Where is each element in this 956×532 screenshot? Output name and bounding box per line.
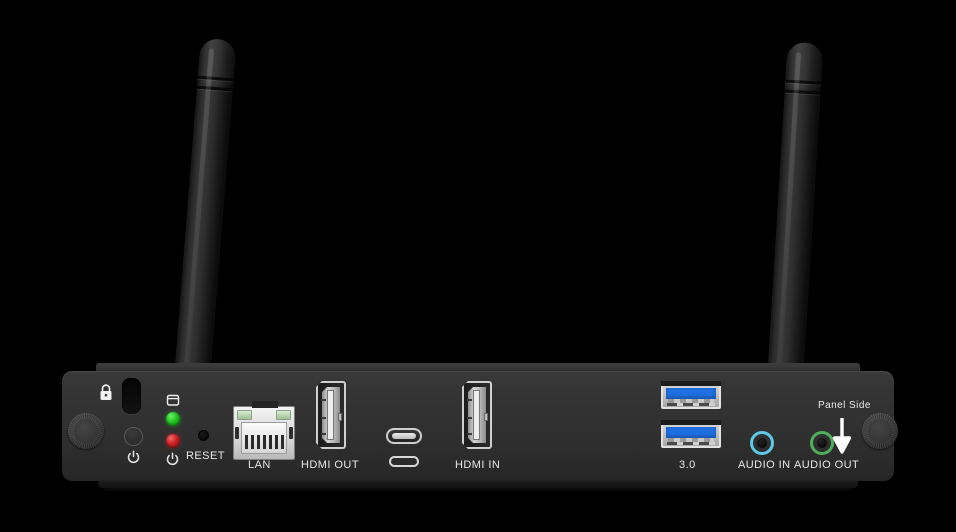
hdmi-in-tick-3 [467,433,472,435]
hdmi-out-tick-2 [321,417,326,419]
lan-label: LAN [248,459,271,471]
antenna-left-highlight [182,48,214,390]
power-symbol-icon-led [166,452,179,466]
usb3-top-base [667,403,715,406]
reset-pinhole[interactable] [198,430,209,441]
lan-led-left [237,410,252,420]
antenna-right-ring-lower [784,89,821,95]
usb3-bottom-blue-insert [666,427,716,438]
panel-side-label: Panel Side [818,400,871,411]
lan-tab [252,401,278,408]
hdmi-out-label: HDMI OUT [301,459,359,471]
hdmi-out-tick-3 [321,433,326,435]
usb-c-tongue [392,433,416,439]
down-arrow-icon [832,418,852,454]
thumbscrew-left[interactable] [68,413,104,449]
power-button[interactable] [124,427,143,446]
hdmi-out-tick-1 [321,399,326,401]
lan-pins [245,435,285,449]
usb-c-outline-icon [389,456,419,467]
padlock-icon [100,384,112,400]
usb3-bottom-base [667,442,715,445]
antenna-right-highlight [775,52,802,390]
audio-in-jack[interactable] [750,431,774,455]
audio-in-hole [757,438,767,448]
hdmi-in-tab-right [484,413,488,421]
usb3-bottom-shroud [661,420,721,425]
antenna-left-ring-lower [196,85,233,92]
chassis-base-shadow [104,488,852,491]
usb3-port-top[interactable] [661,381,721,409]
hdmi-in-label: HDMI IN [455,459,501,471]
power-symbol-icon-button [127,450,140,464]
thumbscrew-right[interactable] [862,413,898,449]
hdmi-in-slot [473,390,480,440]
lan-led-right [276,410,291,420]
audio-out-jack[interactable] [810,431,834,455]
hdmi-out-tab-right [338,413,342,421]
chassis-top-rail [96,363,860,371]
reset-label: RESET [186,450,225,462]
hard-drive-icon [166,394,180,406]
usb3-top-blue-insert [666,388,716,399]
usb3-label: 3.0 [679,459,696,471]
audio-in-label: AUDIO IN [738,459,791,471]
lan-notch-left [235,427,239,439]
hdmi-in-tick-1 [467,399,472,401]
usb-c-port[interactable] [386,428,422,444]
usb3-top-shroud [661,381,721,386]
audio-out-hole [817,438,827,448]
usb3-port-bottom[interactable] [661,420,721,448]
chassis-base-rail [98,481,858,488]
hdmi-in-tick-2 [467,417,472,419]
hdmi-out-port[interactable] [316,381,346,449]
lan-port[interactable] [233,401,295,460]
audio-out-label: AUDIO OUT [794,459,860,471]
power-status-led [166,434,180,448]
storage-activity-led [166,412,180,426]
kensington-lock-slot[interactable] [122,378,141,414]
hdmi-out-slot [327,390,334,440]
hdmi-in-port[interactable] [462,381,492,449]
device-photo-canvas: RESET LAN HDMI OUT HDMI IN 3.0 AUDIO IN … [0,0,956,532]
lan-notch-right [289,427,293,439]
